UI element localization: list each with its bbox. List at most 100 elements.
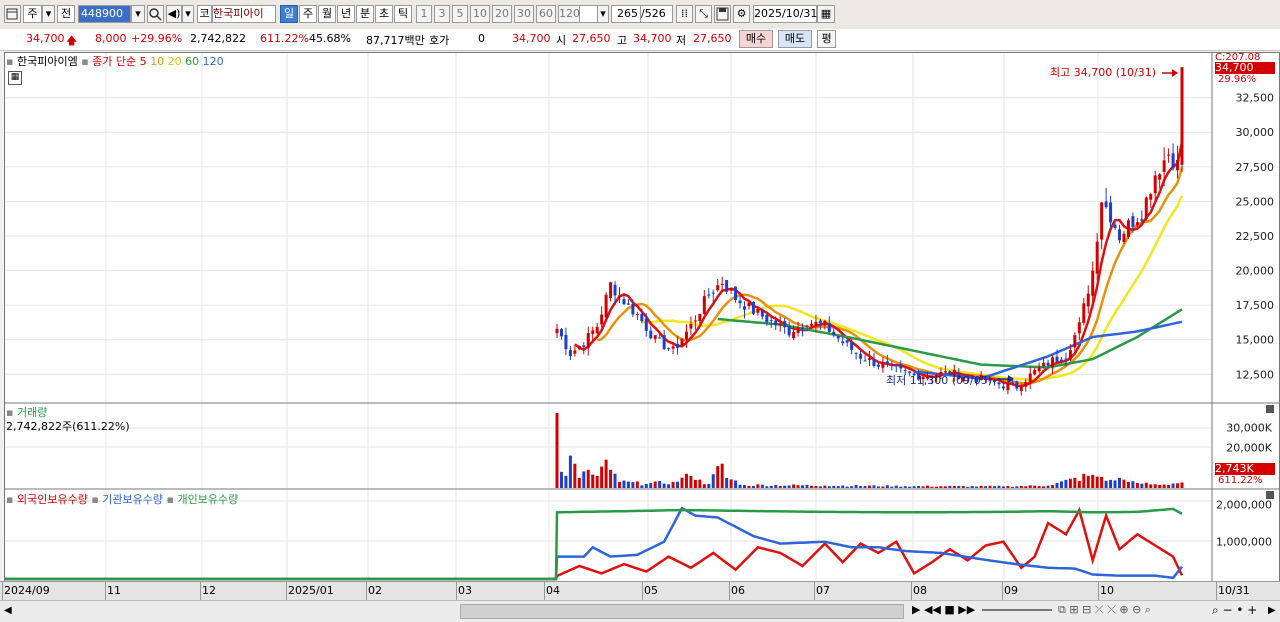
ma5-legend: 종가 단순 5 [92,55,147,68]
interval-button-120[interactable]: 120 [558,5,580,23]
volume-bar [711,474,715,488]
candle-body [725,280,729,292]
candle-body [662,335,666,350]
period-tab-6[interactable]: 틱 [394,5,412,23]
calendar-icon[interactable]: ▦ [817,5,835,23]
volume-bar [702,484,706,488]
chart-tool-icons[interactable]: ⧉ ⊞ ⊟ ⤫ ⤬ ⊕ ⊖ ⌕ [1058,603,1151,617]
eval-button[interactable]: 평 [817,30,836,48]
prev-button[interactable]: 전 [57,5,75,23]
scroll-left-icon[interactable]: ◀ [4,605,12,616]
candle-body [738,300,742,304]
volume-bar [591,474,595,488]
candle-body [555,328,559,334]
count-input[interactable]: 265 [611,5,641,23]
zoom-slider[interactable] [982,609,1052,611]
last-volume-pct: 611.22% [1218,475,1263,486]
volume-bar [934,486,938,488]
interval-button-20[interactable]: 20 [492,5,512,23]
candle-body [1077,322,1081,334]
candle-body [774,320,778,326]
market-select[interactable]: 주 [23,5,42,23]
volume-bar [609,469,613,488]
candle-body [1149,194,1153,200]
x-tick-label: 06 [731,584,745,597]
candle-body [671,346,675,349]
last-price-tag: 34,700 [1215,62,1275,74]
interval-button-30[interactable]: 30 [514,5,534,23]
volume-bar [613,473,617,488]
interval-button-60[interactable]: 60 [536,5,556,23]
candle-body [1126,220,1130,237]
candle-body [1033,369,1037,375]
date-input[interactable]: 2025/10/31 [753,5,817,23]
speaker-dropdown-icon[interactable]: ▾ [182,5,194,23]
period-tab-2[interactable]: 월 [318,5,336,23]
search-icon[interactable] [147,5,164,23]
speaker-icon[interactable]: ◀) [166,5,182,23]
volume-bar [707,483,711,488]
candle-body [876,364,880,367]
code-dropdown-icon[interactable]: ▾ [131,5,145,23]
interval-button-5[interactable]: 5 [452,5,468,23]
market-dropdown-icon[interactable]: ▾ [42,5,55,23]
crosshair-icon[interactable]: ⤡ [695,5,712,23]
price-tick-label: 20,000 [1236,265,1275,278]
volume-bar [1162,484,1166,488]
layout-icon[interactable] [4,5,21,23]
candle-body [769,320,773,322]
period-tab-3[interactable]: 년 [337,5,355,23]
volume-bar [568,455,572,488]
calculator-icon[interactable]: ▦ [8,71,22,85]
save-icon[interactable] [714,5,731,23]
candle-body [845,340,849,343]
candle-body [631,303,635,315]
volume-bar [1028,485,1032,488]
volume-bar [868,485,871,488]
price-change: 8,000 [95,32,127,45]
interval-button-3[interactable]: 3 [434,5,450,23]
volume-panel-close-icon[interactable] [1266,405,1274,413]
price-tick-label: 15,000 [1236,334,1275,347]
stock-code-input[interactable]: 448900 [78,5,131,23]
x-tick-mark [1098,582,1099,601]
candle-body [1113,224,1117,228]
volume-bar [783,485,787,488]
candle-body [836,336,840,339]
volume-bar [1118,477,1121,488]
grid-icon[interactable]: ⁞⁞ [676,5,693,23]
volume-bar [577,477,581,488]
scroll-thumb[interactable] [460,604,904,619]
interval-button-1[interactable]: 1 [416,5,432,23]
volume-bar [1091,474,1095,488]
volume-bar [827,486,831,488]
period-tab-1[interactable]: 주 [299,5,317,23]
candle-body [993,379,996,382]
buy-button[interactable]: 매수 [739,30,773,48]
x-tick-mark [911,582,912,601]
scroll-right-icon[interactable]: ▶ [1268,605,1276,616]
zoom-controls[interactable]: ⌕ − • + [1212,603,1257,618]
period-tab-0[interactable]: 일 [280,5,298,23]
volume-bar [930,486,934,488]
volume-tick-label: 20,000K [1226,442,1272,455]
sell-button[interactable]: 매도 [778,30,812,48]
playback-controls[interactable]: ▶ ◀◀ ■ ▶▶ [912,603,975,616]
interval-dropdown-icon[interactable]: ▾ [597,5,609,23]
candle-body [1104,201,1108,208]
chart-area[interactable]: 12,500 15,000 17,500 20,000 22,500 25,000 27,5… [3,52,1280,600]
candle-body [595,326,599,334]
holdings-panel-close-icon[interactable] [1266,491,1274,499]
x-tick-mark [1216,582,1217,601]
gear-icon[interactable]: ⚙ [733,5,750,23]
period-tab-5[interactable]: 초 [375,5,393,23]
period-tab-4[interactable]: 분 [356,5,374,23]
candle-body [894,365,898,367]
candle-body [832,331,836,335]
interval-button-10[interactable]: 10 [470,5,490,23]
candle-body [778,323,782,326]
scroll-bar[interactable]: ◀ ▶ ◀◀ ■ ▶▶ ⧉ ⊞ ⊟ ⤫ ⤬ ⊕ ⊖ ⌕ ⌕ − • + ▶ [0,600,1280,622]
candle-body [1131,216,1135,227]
volume-bar [1171,483,1175,488]
volume-bar [622,480,626,488]
